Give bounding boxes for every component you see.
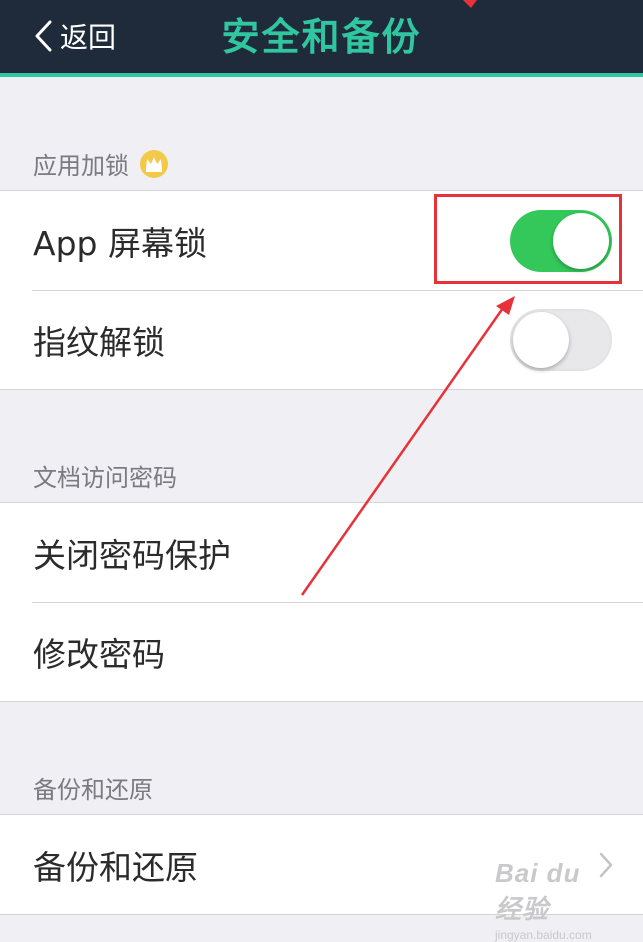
crown-icon: [140, 149, 168, 178]
list-item-fingerprint-unlock: 指纹解锁: [0, 290, 643, 389]
page-title: 安全和备份: [221, 15, 422, 59]
section-header-document-password: 文档访问密码: [33, 458, 177, 493]
section-header-backup-restore: 备份和还原: [33, 770, 153, 805]
highlight-box: [434, 194, 622, 284]
row-label: 关闭密码保护: [33, 535, 231, 575]
section-header-app-lock: 应用加锁: [33, 146, 169, 181]
row-label: App 屏幕锁: [33, 223, 207, 263]
document-password-group: 关闭密码保护 修改密码: [0, 502, 643, 702]
row-label: 备份和还原: [33, 847, 198, 887]
annotation-arrow-fragment: [463, 0, 477, 8]
fingerprint-unlock-toggle[interactable]: [510, 308, 612, 371]
toggle-knob: [513, 311, 569, 368]
section-header-label: 文档访问密码: [33, 464, 177, 492]
row-label: 修改密码: [33, 634, 165, 674]
row-label: 指纹解锁: [33, 322, 165, 362]
section-header-label: 应用加锁: [33, 152, 129, 180]
watermark-logo: Bai du 经验: [495, 858, 581, 924]
watermark: Bai du 经验 jingyan.baidu.com: [495, 858, 615, 942]
watermark-url: jingyan.baidu.com: [495, 928, 592, 942]
navigation-bar: 返回 安全和备份: [0, 0, 643, 77]
list-item-disable-password[interactable]: 关闭密码保护: [0, 503, 643, 602]
list-item-change-password[interactable]: 修改密码: [0, 602, 643, 701]
section-header-label: 备份和还原: [33, 776, 153, 804]
